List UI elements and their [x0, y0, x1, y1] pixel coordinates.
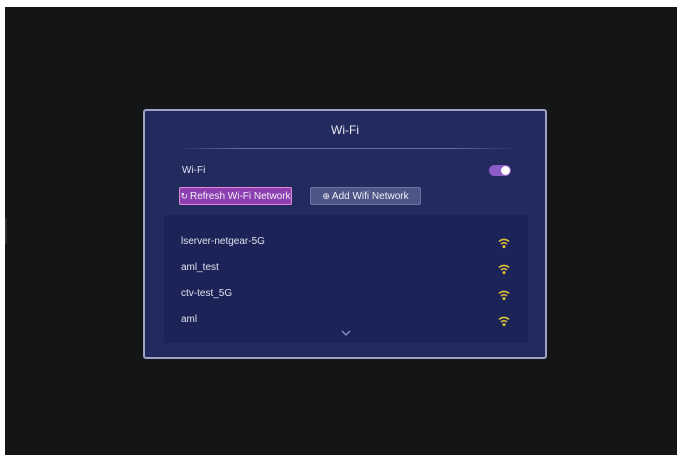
network-name: aml_test — [181, 262, 219, 273]
network-item[interactable]: ctv-test_5G — [164, 284, 528, 306]
wifi-toggle[interactable] — [489, 165, 511, 176]
wifi-signal-icon — [498, 316, 510, 327]
chevron-down-icon[interactable] — [340, 329, 352, 337]
wifi-signal-icon — [498, 238, 510, 249]
wifi-settings-dialog: Wi-Fi Wi-Fi ↻ Refresh Wi-Fi Network ⊕ Ad… — [143, 109, 547, 359]
network-list: lserver-netgear-5G aml_test ctv-test_5G — [164, 215, 528, 343]
dialog-title: Wi-Fi — [331, 123, 359, 137]
add-circle-icon: ⊕ — [322, 190, 330, 201]
wifi-signal-icon — [498, 290, 510, 301]
network-item[interactable]: aml_test — [164, 258, 528, 280]
add-wifi-network-button[interactable]: ⊕ Add Wifi Network — [310, 187, 421, 205]
title-divider — [175, 148, 517, 149]
network-name: lserver-netgear-5G — [181, 236, 265, 247]
toggle-knob — [501, 166, 510, 175]
refresh-icon: ↻ — [180, 190, 188, 201]
screen-edge-mark — [5, 218, 7, 244]
network-name: ctv-test_5G — [181, 288, 233, 299]
network-item[interactable]: lserver-netgear-5G — [164, 232, 528, 254]
refresh-wifi-network-button[interactable]: ↻ Refresh Wi-Fi Network — [179, 187, 292, 205]
refresh-button-label: Refresh Wi-Fi Network — [189, 190, 291, 202]
wifi-toggle-label: Wi-Fi — [182, 165, 206, 176]
network-name: aml — [181, 314, 198, 325]
wifi-signal-icon — [498, 264, 510, 275]
add-button-label: Add Wifi Network — [331, 190, 409, 202]
